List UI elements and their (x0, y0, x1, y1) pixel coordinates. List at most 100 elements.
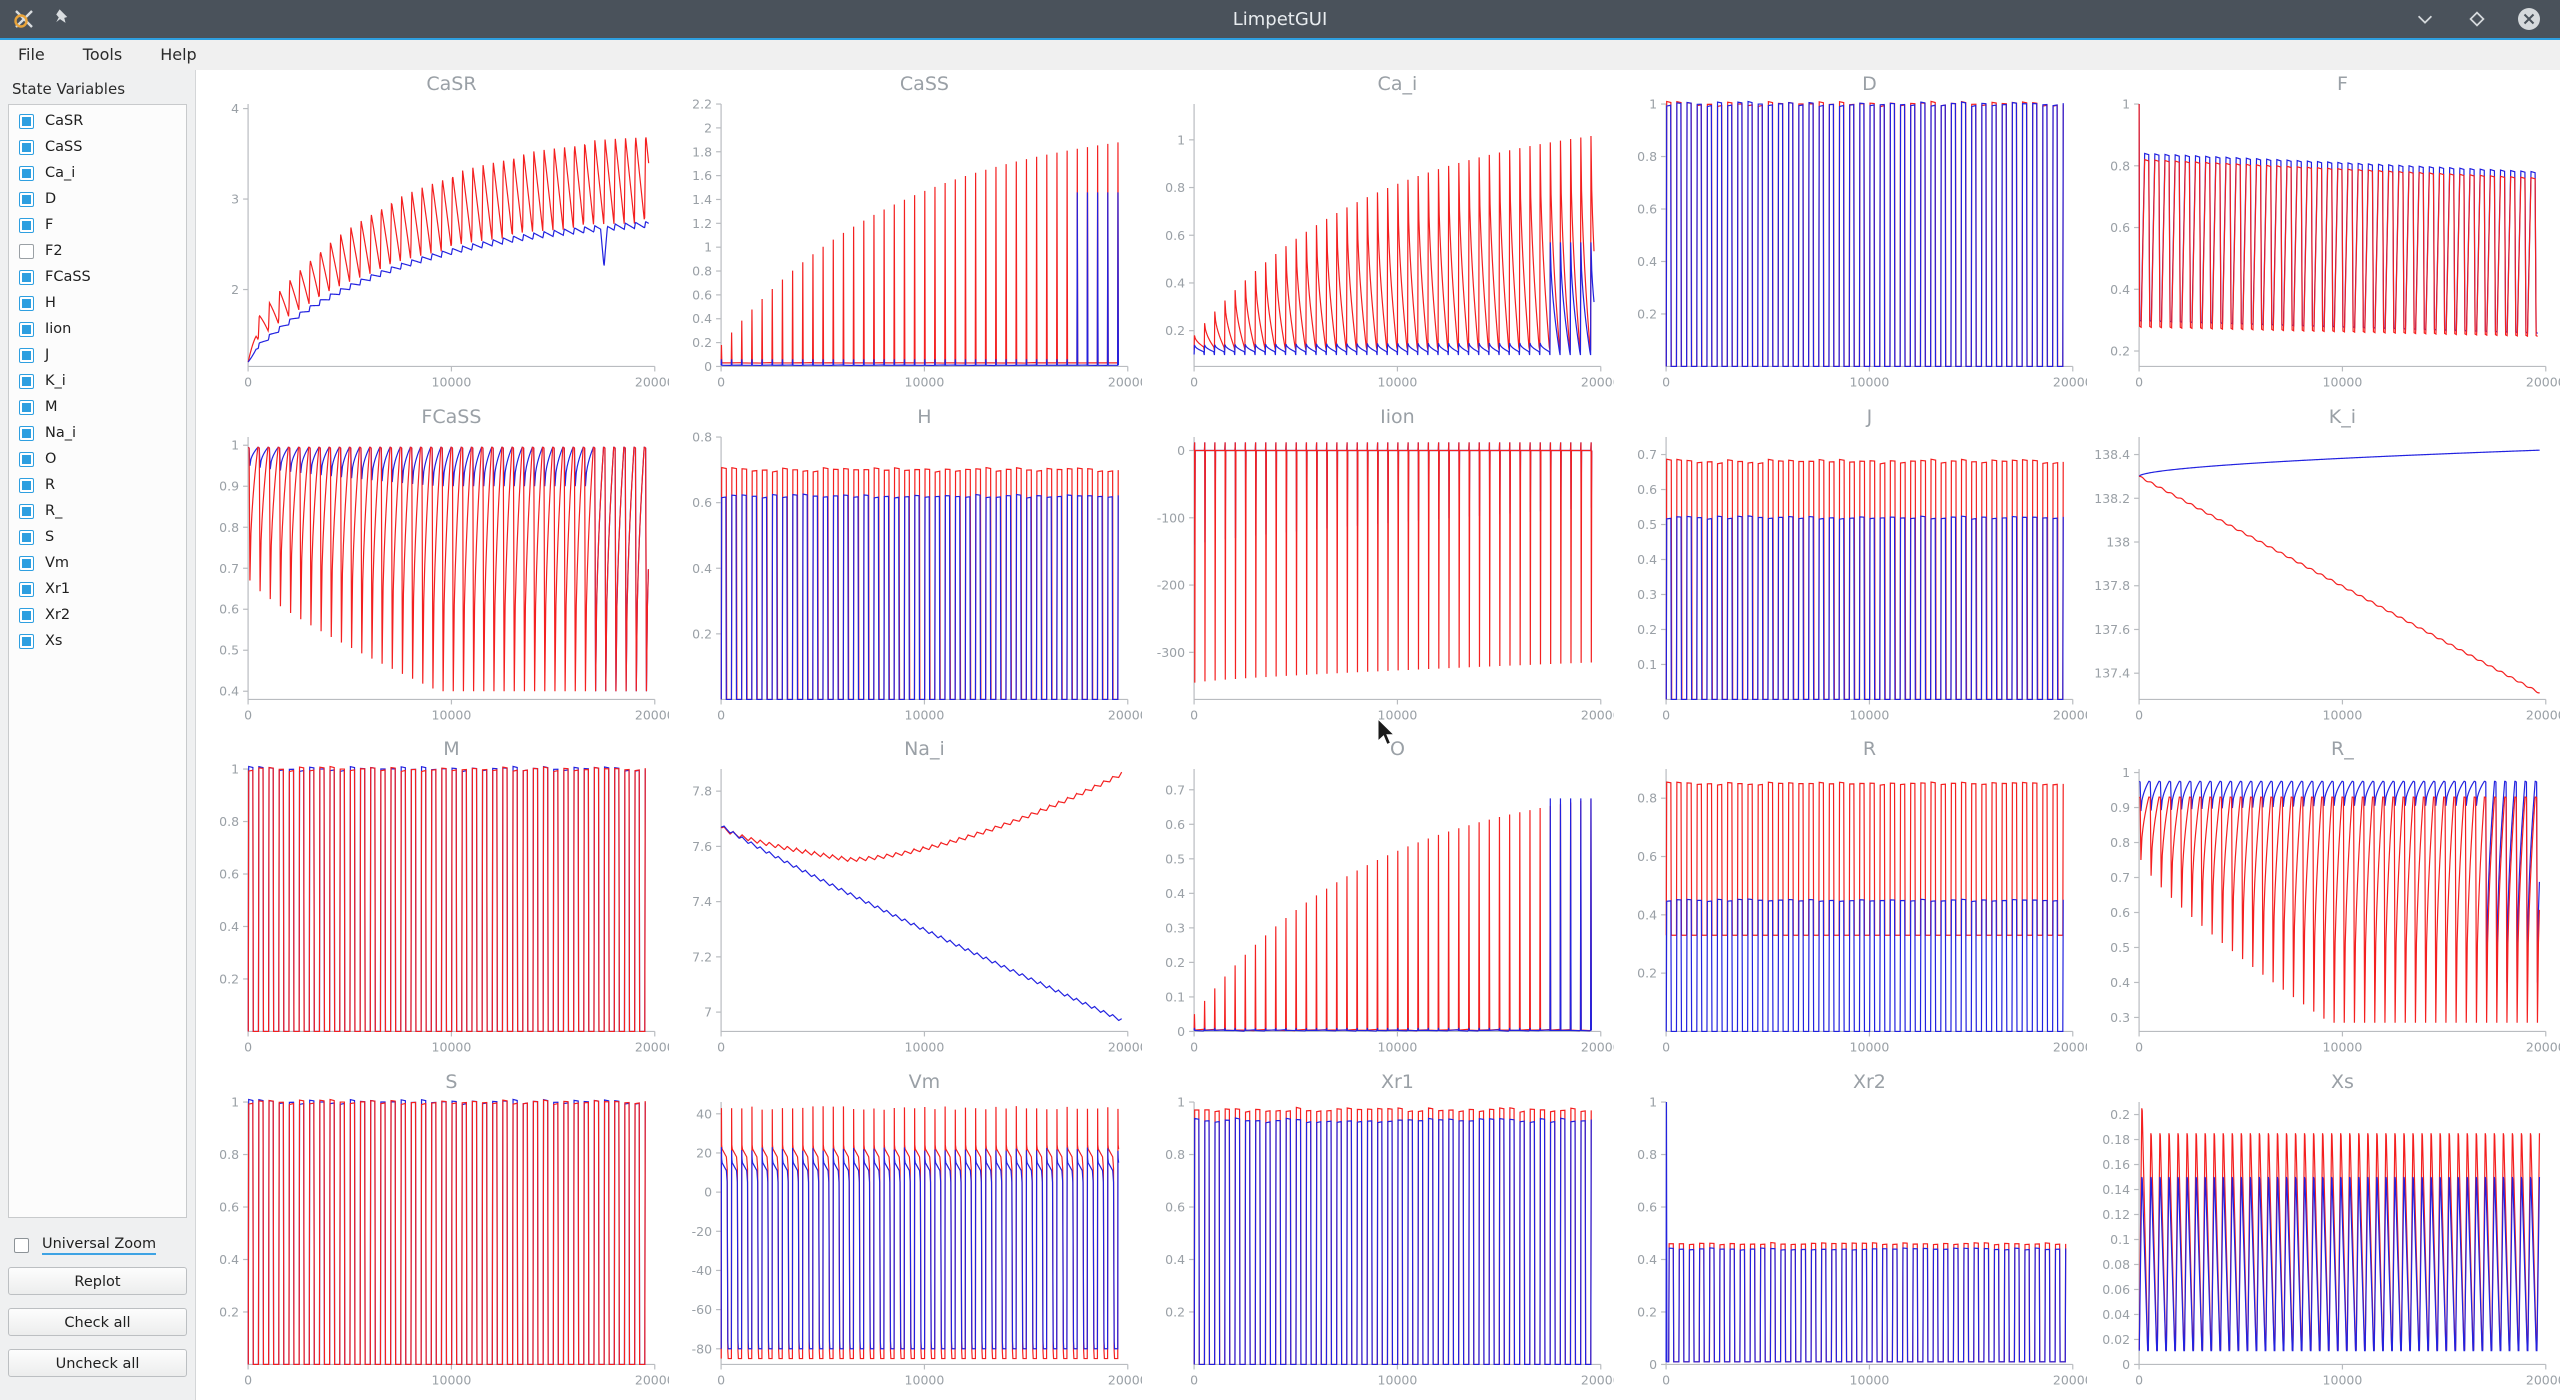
plot-fcass[interactable]: FCaSS0.40.50.60.70.80.9101000020000 (196, 403, 669, 736)
variable-row-r[interactable]: R (9, 472, 186, 498)
variable-row-xr1[interactable]: Xr1 (9, 576, 186, 602)
variable-checkbox-k-i[interactable] (19, 374, 34, 389)
y-tick-label: 0.4 (219, 1251, 239, 1266)
plot-r[interactable]: R0.20.40.60.801000020000 (1614, 735, 2087, 1068)
variable-checkbox-xr1[interactable] (19, 582, 34, 597)
plot-o[interactable]: O00.10.20.30.40.50.60.701000020000 (1142, 735, 1615, 1068)
variable-row-s[interactable]: S (9, 524, 186, 550)
minimize-icon[interactable] (2412, 6, 2438, 32)
variable-row-f2[interactable]: F2 (9, 238, 186, 264)
plot-m[interactable]: M0.20.40.60.8101000020000 (196, 735, 669, 1068)
sidebar: State Variables CaSRCaSSCa_iDFF2FCaSSHIi… (0, 70, 196, 1400)
variable-row-na-i[interactable]: Na_i (9, 420, 186, 446)
y-tick-label: 0.4 (692, 311, 712, 326)
variable-row-k-i[interactable]: K_i (9, 368, 186, 394)
plot-k-i[interactable]: K_i137.4137.6137.8138138.2138.4010000200… (2087, 403, 2560, 736)
plot-s[interactable]: S0.20.40.60.8101000020000 (196, 1068, 669, 1400)
menu-file[interactable]: File (14, 43, 49, 66)
plot-xr1[interactable]: Xr10.20.40.60.8101000020000 (1142, 1068, 1615, 1400)
x-tick-label: 0 (1190, 707, 1198, 722)
plot-ca-i[interactable]: Ca_i0.20.40.60.8101000020000 (1142, 70, 1615, 403)
plot-r-[interactable]: R_0.30.40.50.60.70.80.9101000020000 (2087, 735, 2560, 1068)
x-tick-label: 20000 (2526, 1039, 2560, 1054)
variable-row-fcass[interactable]: FCaSS (9, 264, 186, 290)
y-tick-label: 0.5 (1165, 851, 1185, 866)
variable-checkbox-r[interactable] (19, 478, 34, 493)
close-icon[interactable] (2516, 6, 2542, 32)
variable-checkbox-d[interactable] (19, 192, 34, 207)
plot-title: H (917, 406, 931, 428)
plot-casr[interactable]: CaSR23401000020000 (196, 70, 669, 403)
x-tick-label: 20000 (2526, 1372, 2560, 1387)
variable-row-f[interactable]: F (9, 212, 186, 238)
trace-red (1194, 136, 1594, 350)
variable-row-xs[interactable]: Xs (9, 628, 186, 654)
variable-checkbox-xs[interactable] (19, 634, 34, 649)
plot-vm[interactable]: Vm40200-20-40-60-8001000020000 (669, 1068, 1142, 1400)
variable-checkbox-fcass[interactable] (19, 270, 34, 285)
variable-checkbox-h[interactable] (19, 296, 34, 311)
state-variables-list[interactable]: CaSRCaSSCa_iDFF2FCaSSHIionJ K_i MNa_iORR_S… (8, 104, 187, 1218)
variable-checkbox-s[interactable] (19, 530, 34, 545)
variable-row-m[interactable]: M (9, 394, 186, 420)
variable-row-iion[interactable]: Iion (9, 316, 186, 342)
plot-title: F (2337, 73, 2348, 95)
variable-row-casr[interactable]: CaSR (9, 108, 186, 134)
y-tick-label: 0.12 (2102, 1207, 2130, 1222)
plot-iion[interactable]: Iion0-100-200-30001000020000 (1142, 403, 1615, 736)
variable-checkbox-vm[interactable] (19, 556, 34, 571)
menu-help[interactable]: Help (156, 43, 200, 66)
variable-row-vm[interactable]: Vm (9, 550, 186, 576)
variable-label: K_i (45, 373, 66, 389)
variable-checkbox-xr2[interactable] (19, 608, 34, 623)
plot-h[interactable]: H0.20.40.60.801000020000 (669, 403, 1142, 736)
uncheck-all-button[interactable]: Uncheck all (8, 1349, 187, 1377)
y-tick-label: 0.8 (1638, 1147, 1658, 1162)
y-tick-label: 137.8 (2094, 578, 2130, 593)
pin-icon[interactable] (52, 6, 78, 32)
menu-tools[interactable]: Tools (79, 43, 126, 66)
variable-checkbox-casr[interactable] (19, 114, 34, 129)
plot-xs[interactable]: Xs00.020.040.060.080.10.120.140.160.180.… (2087, 1068, 2560, 1400)
variable-checkbox-r-[interactable] (19, 504, 34, 519)
variable-checkbox-j[interactable] (19, 348, 34, 363)
y-tick-label: 137.6 (2094, 621, 2130, 636)
variable-checkbox-ca-i[interactable] (19, 166, 34, 181)
variable-row-cass[interactable]: CaSS (9, 134, 186, 160)
plot-d[interactable]: D0.20.40.60.8101000020000 (1614, 70, 2087, 403)
variable-checkbox-na-i[interactable] (19, 426, 34, 441)
check-all-button[interactable]: Check all (8, 1308, 187, 1336)
variable-checkbox-cass[interactable] (19, 140, 34, 155)
variable-row-j[interactable]: J (9, 342, 186, 368)
variable-row-xr2[interactable]: Xr2 (9, 602, 186, 628)
y-tick-label: 0.5 (2110, 940, 2130, 955)
x-tick-label: 20000 (1580, 707, 1614, 722)
variable-row-ca-i[interactable]: Ca_i (9, 160, 186, 186)
plot-cass[interactable]: CaSS00.20.40.60.811.21.41.61.822.2010000… (669, 70, 1142, 403)
y-tick-label: 0.2 (1165, 323, 1185, 338)
plot-title: CaSS (900, 73, 949, 95)
variable-checkbox-o[interactable] (19, 452, 34, 467)
plot-j[interactable]: J0.10.20.30.40.50.60.701000020000 (1614, 403, 2087, 736)
maximize-icon[interactable] (2464, 6, 2490, 32)
universal-zoom-row[interactable]: Universal Zoom (8, 1232, 187, 1267)
y-tick-label: 0.06 (2102, 1281, 2130, 1296)
plot-na-i[interactable]: Na_i77.27.47.67.801000020000 (669, 735, 1142, 1068)
y-tick-label: 0 (1177, 1024, 1185, 1039)
variable-checkbox-f2[interactable] (19, 244, 34, 259)
app-icon[interactable] (12, 6, 38, 32)
x-tick-label: 0 (2135, 707, 2143, 722)
plot-f[interactable]: F0.20.40.60.8101000020000 (2087, 70, 2560, 403)
variable-row-h[interactable]: H (9, 290, 186, 316)
variable-row-d[interactable]: D (9, 186, 186, 212)
variable-checkbox-iion[interactable] (19, 322, 34, 337)
variable-label: Xr1 (45, 581, 70, 597)
universal-zoom-checkbox[interactable] (14, 1238, 29, 1253)
variable-checkbox-m[interactable] (19, 400, 34, 415)
y-tick-label: 0.8 (1638, 149, 1658, 164)
variable-checkbox-f[interactable] (19, 218, 34, 233)
replot-button[interactable]: Replot (8, 1267, 187, 1295)
variable-row-o[interactable]: O (9, 446, 186, 472)
plot-xr2[interactable]: Xr200.20.40.60.8101000020000 (1614, 1068, 2087, 1400)
variable-row-r-[interactable]: R_ (9, 498, 186, 524)
